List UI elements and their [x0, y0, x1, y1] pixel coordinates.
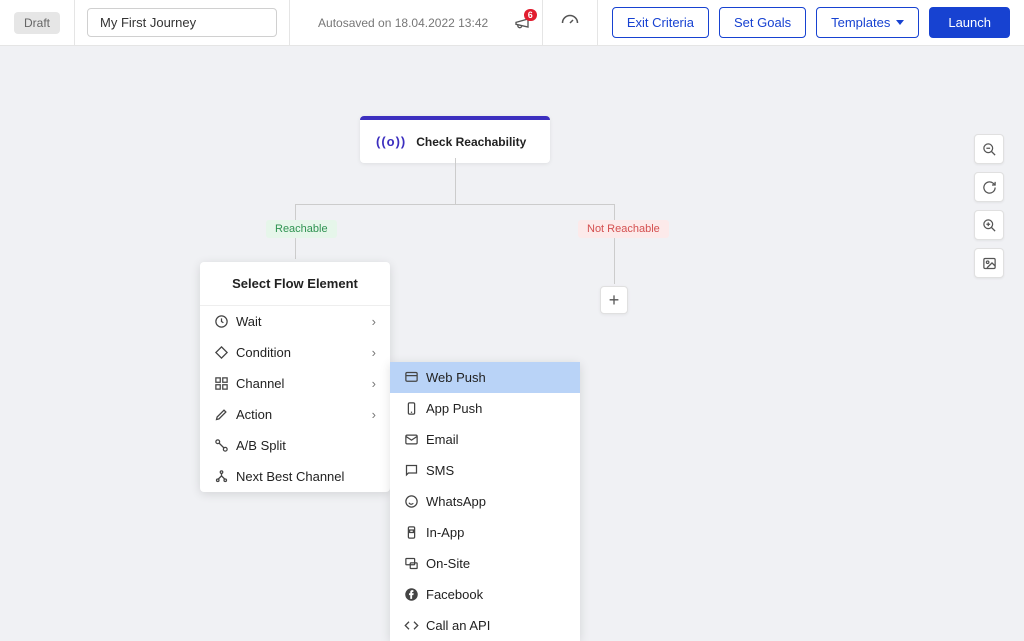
flow-item-wait[interactable]: Wait › [200, 306, 390, 337]
top-bar: Draft Autosaved on 18.04.2022 13:42 6 Ex… [0, 0, 1024, 46]
templates-button[interactable]: Templates [816, 7, 919, 38]
flow-item-channel[interactable]: Channel › [200, 368, 390, 399]
add-node-button[interactable]: + [600, 286, 628, 314]
star-tree-icon [214, 469, 236, 484]
channel-web-push[interactable]: Web Push [390, 362, 580, 393]
check-reachability-node[interactable]: ((o)) Check Reachability [360, 116, 550, 163]
channel-sms[interactable]: SMS [390, 455, 580, 486]
launch-button[interactable]: Launch [929, 7, 1010, 38]
split-icon [214, 438, 236, 453]
flow-item-action[interactable]: Action › [200, 399, 390, 430]
channel-app-push[interactable]: App Push [390, 393, 580, 424]
exit-criteria-button[interactable]: Exit Criteria [612, 7, 709, 38]
chat-icon [404, 463, 426, 478]
zoom-out-button[interactable] [974, 134, 1004, 164]
channel-facebook[interactable]: Facebook [390, 579, 580, 610]
flow-item-condition[interactable]: Condition › [200, 337, 390, 368]
image-button[interactable] [974, 248, 1004, 278]
code-icon [404, 618, 426, 633]
flow-item-absplit[interactable]: A/B Split [200, 430, 390, 461]
speedometer-icon[interactable] [561, 14, 579, 32]
inapp-icon [404, 525, 426, 540]
signal-icon: ((o)) [376, 134, 406, 149]
header-actions: Exit Criteria Set Goals Templates Launch [598, 7, 1024, 38]
refresh-icon [982, 180, 997, 195]
connector [614, 204, 615, 284]
set-goals-button[interactable]: Set Goals [719, 7, 806, 38]
journey-canvas[interactable]: ((o)) Check Reachability Reachable Not R… [0, 46, 1024, 607]
flow-element-panel: Select Flow Element Wait › Condition › C… [200, 262, 390, 492]
connector [295, 204, 615, 205]
flow-item-nextbest[interactable]: Next Best Channel [200, 461, 390, 492]
clock-icon [214, 314, 236, 329]
reachable-tag: Reachable [266, 220, 337, 238]
draft-badge: Draft [14, 12, 60, 34]
journey-name-input[interactable] [87, 8, 277, 37]
node-label: Check Reachability [416, 135, 526, 149]
facebook-icon [404, 587, 426, 602]
whatsapp-icon [404, 494, 426, 509]
chevron-right-icon: › [372, 314, 376, 329]
channel-email[interactable]: Email [390, 424, 580, 455]
diamond-icon [214, 345, 236, 360]
notification-count: 6 [524, 9, 537, 21]
canvas-tool-rail [974, 134, 1004, 278]
grid-icon [214, 376, 236, 391]
channel-onsite[interactable]: On-Site [390, 548, 580, 579]
pencil-icon [214, 407, 236, 422]
channel-whatsapp[interactable]: WhatsApp [390, 486, 580, 517]
mobile-icon [404, 401, 426, 416]
chevron-right-icon: › [372, 345, 376, 360]
channel-submenu: Web Push App Push Email SMS WhatsApp In-… [390, 362, 580, 641]
chevron-right-icon: › [372, 407, 376, 422]
chevron-down-icon [896, 20, 904, 25]
zoom-in-button[interactable] [974, 210, 1004, 240]
onsite-icon [404, 556, 426, 571]
zoom-in-icon [982, 218, 997, 233]
envelope-icon [404, 432, 426, 447]
notification-button[interactable]: 6 [514, 15, 530, 31]
reset-button[interactable] [974, 172, 1004, 202]
zoom-out-icon [982, 142, 997, 157]
channel-api[interactable]: Call an API [390, 610, 580, 641]
flow-panel-title: Select Flow Element [200, 262, 390, 306]
channel-inapp[interactable]: In-App [390, 517, 580, 548]
autosave-text: Autosaved on 18.04.2022 13:42 [302, 16, 514, 30]
not-reachable-tag: Not Reachable [578, 220, 669, 238]
browser-icon [404, 370, 426, 385]
chevron-right-icon: › [372, 376, 376, 391]
connector [455, 158, 456, 204]
image-icon [982, 256, 997, 271]
